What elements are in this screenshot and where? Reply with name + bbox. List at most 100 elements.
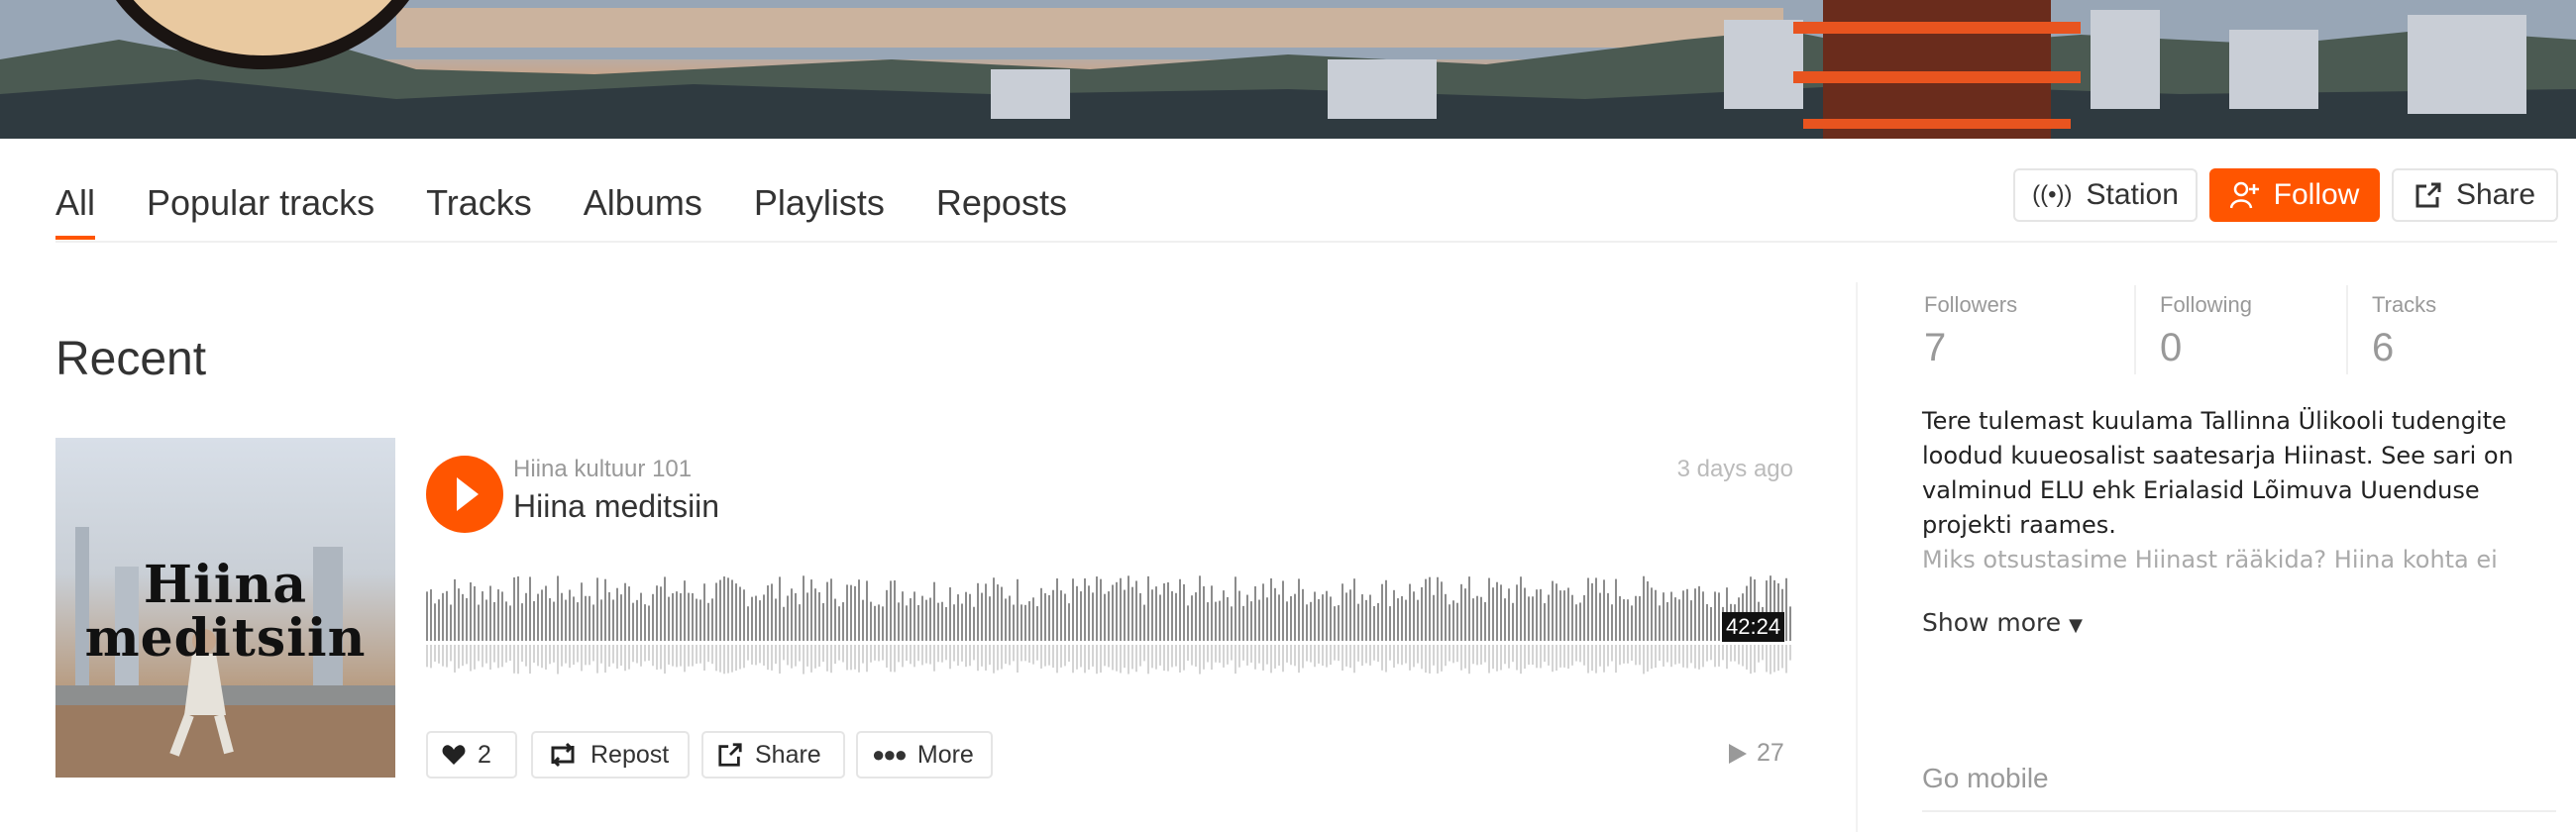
stat-tracks[interactable]: Tracks 6 bbox=[2372, 292, 2570, 370]
like-button[interactable]: 2 bbox=[426, 731, 517, 779]
waveform-reflection-bar bbox=[890, 645, 892, 673]
more-button[interactable]: ●●● More bbox=[856, 731, 993, 779]
waveform-bar bbox=[767, 585, 769, 641]
show-more-link[interactable]: Show more ▼ bbox=[1922, 608, 2083, 637]
waveform-bar bbox=[1080, 591, 1082, 641]
waveform-reflection-bar bbox=[1088, 645, 1090, 671]
waveform-reflection-bar bbox=[767, 645, 769, 671]
waveform-reflection-bar bbox=[1377, 645, 1379, 663]
tab-reposts[interactable]: Reposts bbox=[936, 178, 1067, 244]
waveform-bar bbox=[1635, 595, 1637, 641]
stat-following[interactable]: Following 0 bbox=[2160, 292, 2358, 370]
stat-followers[interactable]: Followers 7 bbox=[1924, 292, 2122, 370]
waveform-reflection-bar bbox=[1746, 645, 1748, 670]
waveform-reflection-bar bbox=[474, 645, 476, 670]
waveform-bar bbox=[1060, 590, 1062, 641]
waveform-reflection-bar bbox=[1718, 645, 1720, 667]
waveform-bar bbox=[660, 586, 662, 641]
play-count-icon bbox=[1729, 743, 1747, 764]
waveform-bar bbox=[1349, 589, 1351, 641]
waveform-bar bbox=[1417, 599, 1419, 641]
waveform-reflection-bar bbox=[1552, 645, 1554, 673]
track-title[interactable]: Hiina meditsiin bbox=[513, 488, 719, 525]
waveform-bar bbox=[1302, 588, 1304, 641]
waveform-reflection-bar bbox=[921, 645, 923, 666]
track-uploader[interactable]: Hiina kultuur 101 bbox=[513, 456, 692, 483]
waveform-bar bbox=[1468, 576, 1470, 641]
waveform-bar bbox=[1048, 594, 1050, 641]
waveform-bar bbox=[680, 592, 682, 641]
waveform-reflection-bar bbox=[1674, 645, 1676, 665]
waveform-bar bbox=[1500, 584, 1502, 641]
waveform-bar bbox=[874, 605, 876, 641]
follow-button[interactable]: Follow bbox=[2209, 168, 2380, 222]
waveform-reflection-bar bbox=[561, 645, 563, 667]
waveform-bar bbox=[1262, 583, 1264, 641]
share-track-button[interactable]: Share bbox=[701, 731, 845, 779]
track-artwork[interactable]: Hiina meditsiin bbox=[55, 438, 395, 778]
waveform-bar bbox=[640, 592, 642, 641]
waveform-bar bbox=[1183, 583, 1185, 641]
play-button[interactable] bbox=[426, 456, 503, 533]
waveform-reflection-bar bbox=[783, 645, 785, 661]
waveform-bar bbox=[945, 606, 947, 641]
waveform-reflection-bar bbox=[795, 645, 797, 667]
waveform-reflection-bar bbox=[1678, 645, 1680, 664]
station-button[interactable]: ((•)) Station bbox=[2013, 168, 2198, 222]
waveform-reflection-bar bbox=[1742, 645, 1744, 667]
waveform-reflection-bar bbox=[739, 645, 741, 670]
waveform-bar bbox=[771, 583, 773, 641]
waveform-bar bbox=[1583, 594, 1585, 641]
waveform-reflection-bar bbox=[1476, 645, 1478, 666]
tab-popular-tracks[interactable]: Popular tracks bbox=[147, 178, 375, 244]
waveform-reflection-bar bbox=[1575, 645, 1577, 662]
waveform-reflection-bar bbox=[1615, 645, 1617, 674]
waveform-reflection-bar bbox=[787, 645, 789, 666]
waveform-reflection-bar bbox=[1100, 645, 1102, 674]
waveform-reflection-bar bbox=[953, 645, 955, 662]
waveform-bar bbox=[624, 582, 626, 641]
waveform-bar bbox=[1124, 589, 1126, 641]
waveform-bar bbox=[1496, 581, 1498, 641]
waveform-reflection-bar bbox=[1754, 645, 1756, 673]
waveform-bar bbox=[1135, 580, 1137, 641]
waveform-reflection-bar bbox=[1254, 645, 1256, 670]
waveform-reflection-bar bbox=[482, 645, 483, 668]
waveform-bar bbox=[1108, 591, 1110, 641]
waveform-bar bbox=[521, 603, 523, 641]
waveform-reflection-bar bbox=[810, 645, 812, 673]
tab-tracks[interactable]: Tracks bbox=[426, 178, 532, 244]
waveform-reflection-bar bbox=[894, 645, 896, 673]
repost-button[interactable]: Repost bbox=[531, 731, 690, 779]
waveform-bar bbox=[1104, 593, 1106, 641]
waveform-reflection-bar bbox=[442, 645, 444, 667]
waveform-bar bbox=[1044, 592, 1046, 641]
tab-albums[interactable]: Albums bbox=[584, 178, 702, 244]
waveform-bar bbox=[1357, 603, 1359, 641]
waveform-bar bbox=[711, 598, 713, 641]
waveform-reflection-bar bbox=[640, 645, 642, 667]
waveform[interactable] bbox=[426, 570, 1793, 678]
waveform-bar bbox=[1678, 599, 1680, 641]
share-profile-button[interactable]: Share bbox=[2392, 168, 2558, 222]
waveform-reflection-bar bbox=[1017, 645, 1019, 673]
waveform-bar bbox=[652, 593, 654, 641]
waveform-bar bbox=[545, 585, 547, 641]
tab-playlists[interactable]: Playlists bbox=[754, 178, 885, 244]
waveform-reflection-bar bbox=[1345, 645, 1347, 667]
waveform-bar bbox=[513, 576, 515, 641]
waveform-reflection-bar bbox=[1231, 645, 1233, 661]
waveform-reflection-bar bbox=[862, 645, 864, 664]
waveform-reflection-bar bbox=[1445, 645, 1447, 667]
bio-text: Tere tulemast kuulama Tallinna Ülikooli … bbox=[1922, 407, 2514, 539]
follow-label: Follow bbox=[2273, 178, 2360, 211]
waveform-reflection-bar bbox=[1175, 645, 1177, 667]
tab-all[interactable]: All bbox=[55, 178, 96, 244]
waveform-reflection-bar bbox=[1274, 645, 1276, 669]
waveform-bar bbox=[953, 604, 955, 641]
waveform-reflection-bar bbox=[1758, 645, 1760, 663]
play-count-value: 27 bbox=[1757, 739, 1784, 767]
waveform-reflection-bar bbox=[1789, 645, 1791, 661]
waveform-reflection-bar bbox=[446, 645, 448, 668]
waveform-bar bbox=[1567, 587, 1569, 641]
